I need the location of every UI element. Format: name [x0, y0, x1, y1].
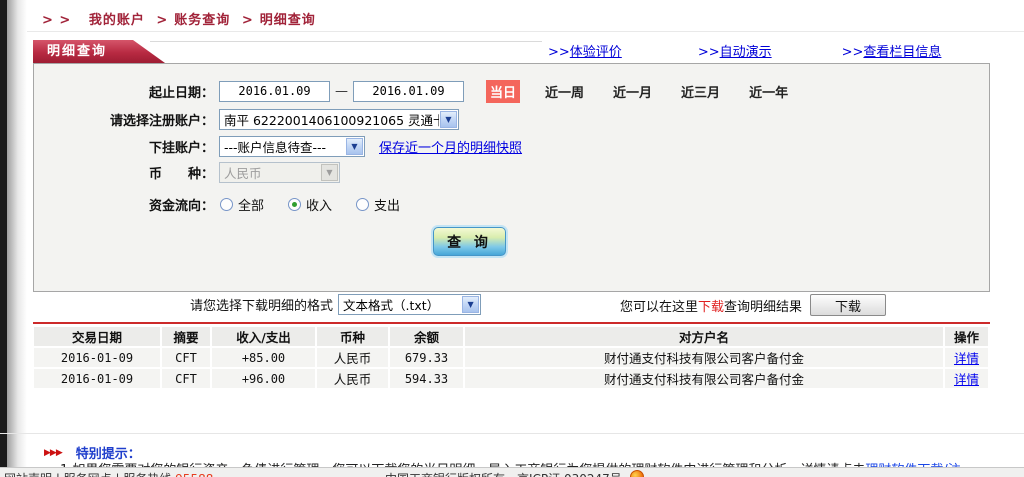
sub-account-row: 下挂账户： ---账户信息待查--- ▼ 保存近一个月的明细快照 [34, 135, 974, 157]
download-button[interactable]: 下载 [810, 294, 886, 316]
cell-amount: +96.00 [211, 368, 316, 389]
breadcrumb-item-my-account[interactable]: 我的账户 [89, 13, 145, 28]
header-divider [27, 31, 1024, 32]
chevron-down-icon: ▼ [440, 111, 457, 128]
currency-label: 币 种： [34, 163, 214, 182]
flow-option-expense[interactable]: 支出 [356, 195, 400, 214]
triple-arrow-icon: ▶▶▶ [44, 448, 62, 458]
link-view-column-info[interactable]: >>查看栏目信息 [842, 41, 942, 60]
cell-summary: CFT [161, 368, 211, 389]
col-header-balance: 余额 [389, 327, 464, 347]
page-footer: 网站声明 | 服务网点 | 服务热线 95588 中国工商银行版权所有 京ICP… [0, 467, 1024, 477]
breadcrumb-item-account-query[interactable]: 账务查询 [174, 13, 230, 28]
flow-option-all[interactable]: 全部 [220, 195, 264, 214]
quick-range-today[interactable]: 当日 [486, 80, 520, 103]
page: > > 我的账户 >账务查询 >明细查询 明细查询 >>体验评价 >>自动演示 … [0, 0, 1024, 477]
date-from-input[interactable] [219, 81, 330, 102]
cell-currency: 人民币 [316, 347, 389, 368]
quick-range-year[interactable]: 近一年 [749, 82, 788, 101]
cell-amount: +85.00 [211, 347, 316, 368]
currency-select: 人民币 ▼ [219, 162, 340, 183]
download-format-label: 请您选择下载明细的格式 [190, 295, 333, 314]
col-header-amount: 收入/支出 [211, 327, 316, 347]
link-experience-rating[interactable]: >>体验评价 [548, 41, 622, 60]
download-format-group: 请您选择下载明细的格式 文本格式（.txt） ▼ [190, 294, 481, 315]
date-to-input[interactable] [353, 81, 464, 102]
left-edge-strip [0, 0, 7, 467]
fund-flow-row: 资金流向： 全部 收入 支出 [34, 193, 974, 215]
sub-account-select[interactable]: ---账户信息待查--- ▼ [219, 136, 365, 157]
footer-icp: 京ICP证 030247号 [517, 470, 622, 477]
download-action-group: 您可以在这里下载查询明细结果 下载 [620, 294, 886, 316]
query-button[interactable]: 查 询 [433, 227, 506, 256]
cell-date: 2016-01-09 [34, 347, 161, 368]
date-dash: — [335, 84, 348, 99]
chevron-down-icon: ▼ [321, 164, 338, 181]
tab-top-line [150, 41, 542, 42]
table-header-row: 交易日期 摘要 收入/支出 币种 余额 对方户名 操作 [34, 327, 989, 347]
quick-range-3months[interactable]: 近三月 [681, 82, 720, 101]
col-header-currency: 币种 [316, 327, 389, 347]
cell-counterparty: 财付通支付科技有限公司客户备付金 [464, 347, 944, 368]
breadcrumb-item-detail-query[interactable]: 明细查询 [260, 13, 316, 28]
cell-date: 2016-01-09 [34, 368, 161, 389]
download-row: 请您选择下载明细的格式 文本格式（.txt） ▼ 您可以在这里下载查询明细结果 … [33, 294, 990, 318]
icp-badge-icon [630, 470, 644, 477]
service-hotline: 95588 [175, 472, 213, 477]
col-header-action: 操作 [944, 327, 989, 347]
quick-range-group: 当日 近一周 近一月 近三月 近一年 [486, 80, 817, 103]
table-row: 2016-01-09 CFT +85.00 人民币 679.33 财付通支付科技… [34, 347, 989, 368]
radio-checked-icon [288, 198, 301, 211]
col-header-summary: 摘要 [161, 327, 211, 347]
date-range-label: 起止日期： [34, 82, 214, 101]
query-form-panel: 起止日期： — 当日 近一周 近一月 近三月 近一年 请选择注册账户： 南平 6… [33, 63, 990, 292]
flow-option-income[interactable]: 收入 [288, 195, 332, 214]
detail-link[interactable]: 详情 [954, 351, 979, 366]
snapshot-link[interactable]: 保存近一个月的明细快照 [379, 137, 522, 156]
date-range-row: 起止日期： — 当日 近一周 近一月 近三月 近一年 [34, 80, 974, 102]
radio-icon [220, 198, 233, 211]
cell-balance: 594.33 [389, 368, 464, 389]
tab-detail-query[interactable]: 明细查询 [33, 40, 165, 63]
download-format-select[interactable]: 文本格式（.txt） ▼ [338, 294, 481, 315]
top-links: >>体验评价 >>自动演示 >>查看栏目信息 [548, 41, 988, 60]
fund-flow-label: 资金流向： [34, 195, 214, 214]
detail-link[interactable]: 详情 [954, 372, 979, 387]
table-row: 2016-01-09 CFT +96.00 人民币 594.33 财付通支付科技… [34, 368, 989, 389]
content-divider [0, 433, 1024, 434]
results-table: 交易日期 摘要 收入/支出 币种 余额 对方户名 操作 2016-01-09 C… [34, 327, 990, 390]
cell-currency: 人民币 [316, 368, 389, 389]
cell-balance: 679.33 [389, 347, 464, 368]
radio-icon [356, 198, 369, 211]
register-account-row: 请选择注册账户： 南平 6222001406100921065 灵通卡 ▼ [34, 108, 974, 130]
left-edge-fade [7, 0, 27, 467]
fund-flow-options: 全部 收入 支出 [220, 195, 424, 214]
cell-summary: CFT [161, 347, 211, 368]
breadcrumb-arrows: > > [42, 13, 71, 28]
footer-copyright: 中国工商银行版权所有 [385, 470, 505, 477]
sub-account-label: 下挂账户： [34, 137, 214, 156]
currency-row: 币 种： 人民币 ▼ [34, 161, 974, 183]
cell-counterparty: 财付通支付科技有限公司客户备付金 [464, 368, 944, 389]
chevron-down-icon: ▼ [346, 138, 363, 155]
footer-links[interactable]: 网站声明 | 服务网点 | 服务热线 95588 [4, 470, 213, 477]
col-header-counterparty: 对方户名 [464, 327, 944, 347]
register-account-label: 请选择注册账户： [34, 110, 214, 129]
register-account-select[interactable]: 南平 6222001406100921065 灵通卡 ▼ [219, 109, 459, 130]
link-auto-demo[interactable]: >>自动演示 [698, 41, 772, 60]
quick-range-week[interactable]: 近一周 [545, 82, 584, 101]
breadcrumb: > > 我的账户 >账务查询 >明细查询 [42, 9, 316, 28]
download-hint: 您可以在这里下载查询明细结果 [620, 296, 802, 315]
download-hint-highlight: 下载 [698, 300, 724, 315]
col-header-date: 交易日期 [34, 327, 161, 347]
table-top-divider [33, 322, 990, 324]
quick-range-month[interactable]: 近一月 [613, 82, 652, 101]
chevron-down-icon: ▼ [462, 296, 479, 313]
